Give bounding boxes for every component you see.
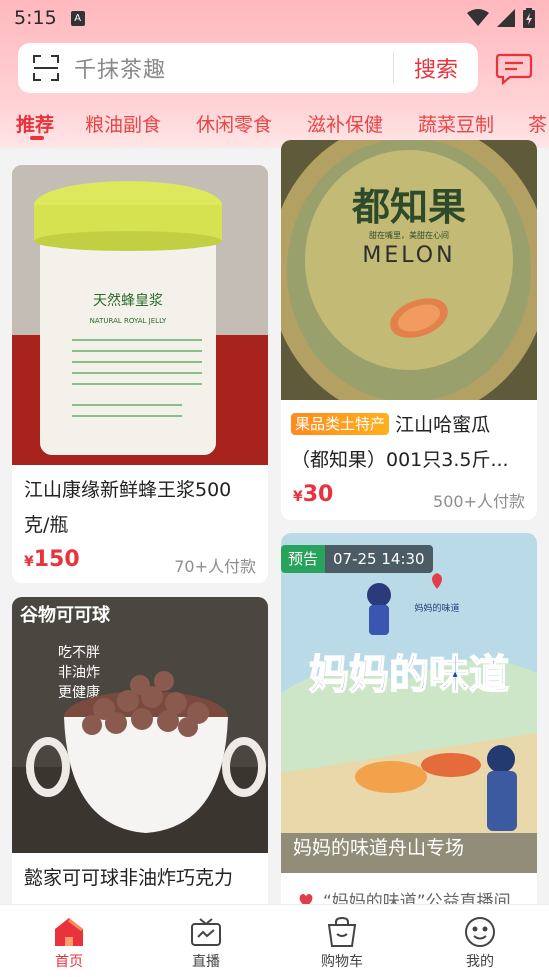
product-name-line1: 江山哈蜜瓜 — [395, 414, 491, 436]
product-name-line1: 江山康缘新鲜蜂王浆500 — [24, 479, 232, 501]
currency-symbol: ¥ — [24, 554, 34, 570]
product-image-point: 吃不胖 — [58, 645, 100, 661]
status-time: 5:15 — [14, 7, 57, 29]
nav-live[interactable]: 直播 — [161, 913, 251, 971]
nav-home[interactable]: 首页 — [24, 913, 114, 971]
product-sales: 70+人付款 — [174, 557, 256, 576]
smile-icon — [435, 913, 525, 951]
tab-recommend[interactable]: 推荐 — [16, 110, 54, 137]
status-bar: 5:15 A — [0, 0, 549, 36]
scan-icon[interactable] — [18, 54, 74, 82]
product-card-royal-jelly[interactable]: 天然蜂皇浆 NATURAL ROYAL JELLY 江山康缘新鲜蜂王浆500 克… — [12, 165, 268, 583]
tab-health[interactable]: 滋补保健 — [307, 110, 383, 137]
product-image: 都知果 甜在嘴里，美甜在心间 MELON — [281, 140, 537, 400]
message-icon[interactable] — [494, 52, 534, 86]
product-image-point: 非油炸 — [58, 665, 100, 681]
notification-a-icon: A — [70, 10, 85, 26]
price-value: 150 — [33, 547, 80, 572]
product-name-line2: 克/瓶 — [24, 514, 69, 536]
nav-cart-label: 购物车 — [321, 954, 363, 970]
nav-mine-label: 我的 — [466, 954, 494, 970]
product-image-title: 谷物可可球 — [20, 604, 111, 626]
tab-vegetables[interactable]: 蔬菜豆制 — [418, 110, 494, 137]
product-image-sublabel: NATURAL ROYAL JELLY — [90, 317, 167, 325]
product-name: 懿家可可球非油炸巧克力 — [24, 867, 234, 889]
product-image-melon-label: MELON — [362, 243, 455, 268]
tab-grain-oil[interactable]: 粮油副食 — [85, 110, 161, 137]
product-name-line2: （都知果）001只3.5斤... — [291, 449, 509, 471]
preview-label: 预告 — [281, 545, 326, 573]
live-cover-title: 妈妈的味道 — [309, 651, 509, 698]
nav-cart[interactable]: 购物车 — [297, 913, 387, 971]
currency-symbol: ¥ — [293, 489, 303, 505]
product-sales: 500+人付款 — [433, 492, 525, 511]
signal-icon — [497, 9, 515, 27]
bottom-navigation: 首页 直播 购物车 我的 — [0, 904, 549, 977]
category-tabs: 推荐 粮油副食 休闲零食 滋补保健 蔬菜豆制 茶 — [0, 108, 549, 144]
product-card-melon[interactable]: 都知果 甜在嘴里，美甜在心间 MELON 果品类土特产 江山哈蜜瓜 （都知果）0… — [281, 140, 537, 520]
wifi-icon — [467, 9, 489, 26]
tab-snacks[interactable]: 休闲零食 — [196, 110, 272, 137]
cart-icon — [297, 913, 387, 951]
tab-tea[interactable]: 茶 — [528, 110, 547, 137]
product-image-label: 天然蜂皇浆 — [93, 292, 163, 309]
search-button[interactable]: 搜索 — [394, 52, 478, 84]
product-price: ¥30 — [293, 482, 333, 507]
price-value: 30 — [302, 482, 334, 507]
category-badge: 果品类土特产 — [291, 413, 390, 435]
product-image-brand: 都知果 — [351, 185, 466, 229]
product-price: ¥150 — [24, 547, 80, 572]
live-preview-badge: 预告 07-25 14:30 — [281, 545, 433, 573]
product-name: 果品类土特产 江山哈蜜瓜 （都知果）001只3.5斤... — [291, 408, 531, 478]
active-tab-indicator — [30, 136, 44, 140]
product-card-cocoa-balls[interactable]: 谷物可可球 吃不胖 非油炸 更健康 懿家可可球非油炸巧克力 — [12, 597, 268, 917]
search-bar[interactable]: 千抹茶趣 搜索 — [18, 43, 478, 93]
product-image-slogan: 甜在嘴里，美甜在心间 — [369, 230, 449, 240]
search-input[interactable]: 千抹茶趣 — [74, 52, 393, 84]
live-cover-image: 妈妈的味道 妈妈的味道 预告 07-25 14:30 妈妈的味道舟山专场 — [281, 533, 537, 873]
live-caption: 妈妈的味道舟山专场 — [293, 837, 465, 859]
product-image: 谷物可可球 吃不胖 非油炸 更健康 — [12, 597, 268, 853]
product-image: 天然蜂皇浆 NATURAL ROYAL JELLY — [12, 165, 268, 465]
nav-live-label: 直播 — [192, 954, 220, 970]
product-name: 江山康缘新鲜蜂王浆500 克/瓶 — [24, 473, 260, 543]
live-logo-text: 妈妈的味道 — [414, 602, 459, 614]
live-preview-card[interactable]: 妈妈的味道 妈妈的味道 预告 07-25 14:30 妈妈的味道舟山专场 “妈妈… — [281, 533, 537, 917]
battery-icon — [523, 8, 535, 28]
tv-icon — [161, 913, 251, 951]
live-start-time: 07-25 14:30 — [325, 545, 433, 573]
nav-home-label: 首页 — [55, 954, 83, 970]
home-icon — [24, 913, 114, 951]
nav-mine[interactable]: 我的 — [435, 913, 525, 971]
